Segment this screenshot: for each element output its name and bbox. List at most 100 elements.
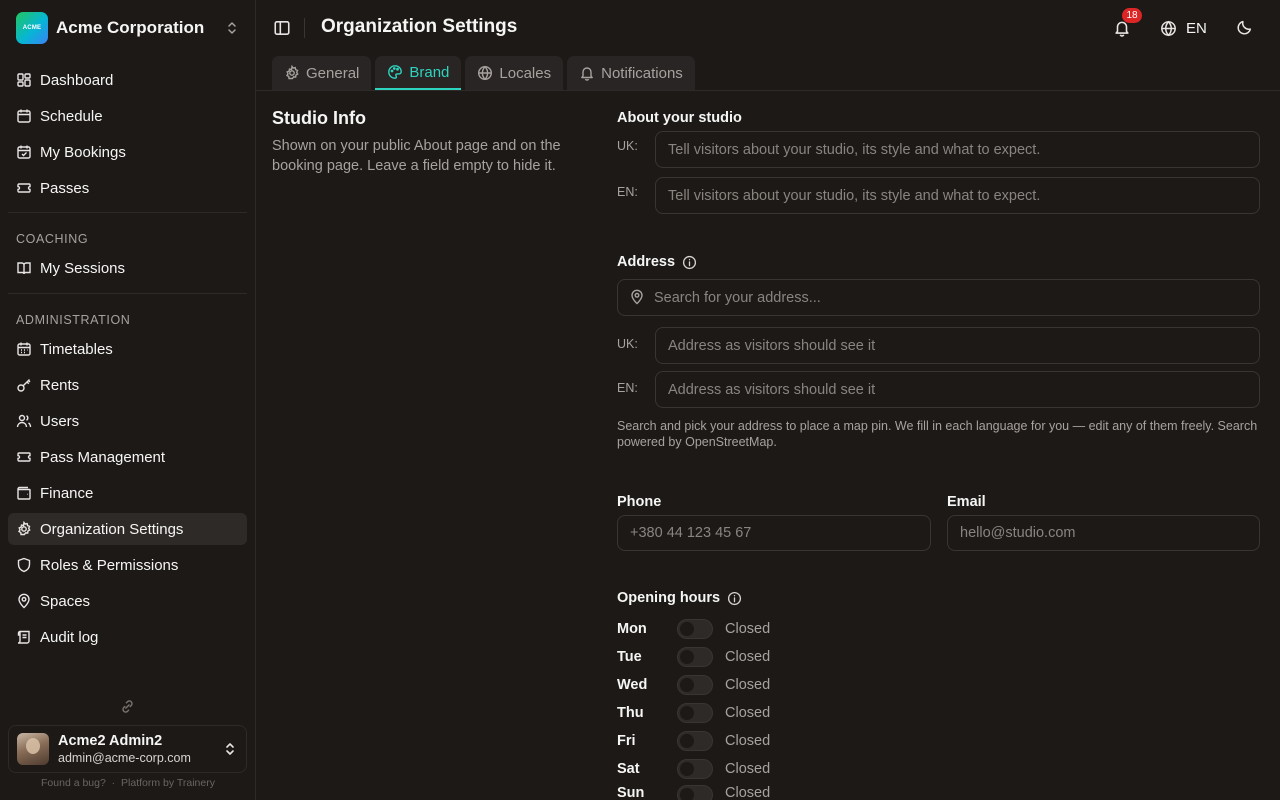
map-pin-icon [18,593,30,609]
tab-label: Brand [409,63,450,81]
link-icon[interactable] [119,698,136,715]
address-search-input[interactable] [617,279,1260,316]
tab-label: General [306,64,360,82]
avatar [17,733,49,765]
main-nav: Dashboard Schedule My Bookings Passes [8,64,247,208]
platform-link[interactable]: Platform by Trainery [121,777,215,789]
sidebar-item-finance[interactable]: Finance [8,477,247,509]
book-open-icon [17,262,31,275]
day-open-toggle[interactable] [677,675,713,695]
key-icon [17,379,31,392]
chevron-up-down-icon [228,22,236,34]
about-uk-input[interactable] [655,131,1260,168]
info-icon[interactable] [727,591,742,606]
lang-tag-uk: UK: [617,139,638,153]
hours-row: Sun Closed [617,778,770,800]
tab-general[interactable]: General [272,56,372,90]
tabs-divider [256,90,1280,91]
language-switcher[interactable]: EN [1160,18,1207,38]
address-label: Address [617,254,697,270]
sidebar: ACME Acme Corporation Dashboard Schedule… [0,0,256,800]
sidebar-item-schedule[interactable]: Schedule [8,100,247,132]
day-label: Tue [617,649,642,665]
day-status: Closed [725,677,771,693]
palette-icon [388,65,403,79]
day-open-toggle[interactable] [677,759,713,779]
org-logo-text: ACME [22,25,42,31]
tab-brand[interactable]: Brand [375,56,462,90]
ticket-icon [17,183,31,193]
sidebar-item-timetables[interactable]: Timetables [8,333,247,365]
address-uk-input[interactable] [655,327,1260,364]
divider [304,18,305,38]
admin-nav: ADMINISTRATION Timetables Rents Users Pa… [8,301,247,657]
sidebar-item-label: Dashboard [40,71,114,89]
address-help-text: Search and pick your address to place a … [617,419,1258,449]
sidebar-item-passes[interactable]: Passes [8,172,247,204]
phone-label-text: Phone [617,494,662,510]
phone-input[interactable] [617,515,931,551]
sidebar-item-roles-permissions[interactable]: Roles & Permissions [8,549,247,581]
gear-icon [18,521,31,536]
sidebar-toggle-icon[interactable] [273,19,291,37]
opening-hours-label: Opening hours [617,590,742,606]
notification-badge: 18 [1122,8,1142,23]
user-menu[interactable]: Acme2 Admin2 admin@acme-corp.com [8,725,247,773]
found-bug-link[interactable]: Found a bug? [41,777,106,789]
lang-tag-en: EN: [617,381,638,395]
sidebar-item-spaces[interactable]: Spaces [8,585,247,617]
ticket-icon [17,452,31,462]
tab-notifications[interactable]: Notifications [567,56,695,90]
users-icon [16,414,32,428]
day-label: Sat [617,761,640,777]
day-status: Closed [725,733,771,749]
sidebar-item-label: My Sessions [40,259,126,277]
day-open-toggle[interactable] [677,703,713,723]
calendar-icon [17,109,31,123]
day-open-toggle[interactable] [677,619,713,639]
sidebar-item-dashboard[interactable]: Dashboard [8,64,247,96]
scroll-icon [17,630,30,644]
sidebar-item-label: Roles & Permissions [40,556,179,574]
sidebar-item-users[interactable]: Users [8,405,247,437]
day-open-toggle[interactable] [677,731,713,751]
sidebar-item-label: Spaces [40,592,91,610]
day-label: Fri [617,733,636,749]
user-email: admin@acme-corp.com [58,751,191,765]
tab-label: Notifications [601,64,683,82]
phone-label: Phone [617,494,661,510]
day-open-toggle[interactable] [677,647,713,667]
org-switcher[interactable]: ACME Acme Corporation [8,8,248,48]
address-en-input[interactable] [655,371,1260,408]
sidebar-item-my-bookings[interactable]: My Bookings [8,136,247,168]
wallet-icon [17,486,31,500]
email-input[interactable] [947,515,1260,551]
nav-group-title: COACHING [16,232,89,246]
day-open-toggle[interactable] [677,785,713,800]
sidebar-item-rents[interactable]: Rents [8,369,247,401]
address-label-text: Address [617,254,676,270]
sidebar-item-audit-log[interactable]: Audit log [8,621,247,653]
language-label: EN [1186,19,1207,37]
sidebar-item-pass-management[interactable]: Pass Management [8,441,247,473]
sidebar-item-my-sessions[interactable]: My Sessions [8,252,247,284]
bell-icon [581,67,594,81]
sidebar-item-label: Organization Settings [40,520,184,538]
sidebar-item-organization-settings[interactable]: Organization Settings [8,513,247,545]
footer-links: Found a bug? · Platform by Trainery [0,777,256,789]
hours-row: Fri Closed [617,730,770,752]
about-label-text: About your studio [617,110,742,126]
sidebar-item-label: Pass Management [40,448,166,466]
moon-icon[interactable] [1236,19,1253,36]
org-name: Acme Corporation [56,18,205,37]
sidebar-item-label: Finance [40,484,94,502]
tab-locales[interactable]: Locales [465,56,564,90]
sidebar-item-label: Timetables [40,340,113,358]
info-icon[interactable] [682,255,697,270]
about-en-input[interactable] [655,177,1260,214]
header: Organization Settings 18 EN [256,0,1280,56]
calendar-grid-icon [17,342,31,356]
day-label: Thu [617,705,644,721]
user-name: Acme2 Admin2 [58,733,163,749]
page-title: Organization Settings [321,16,518,37]
